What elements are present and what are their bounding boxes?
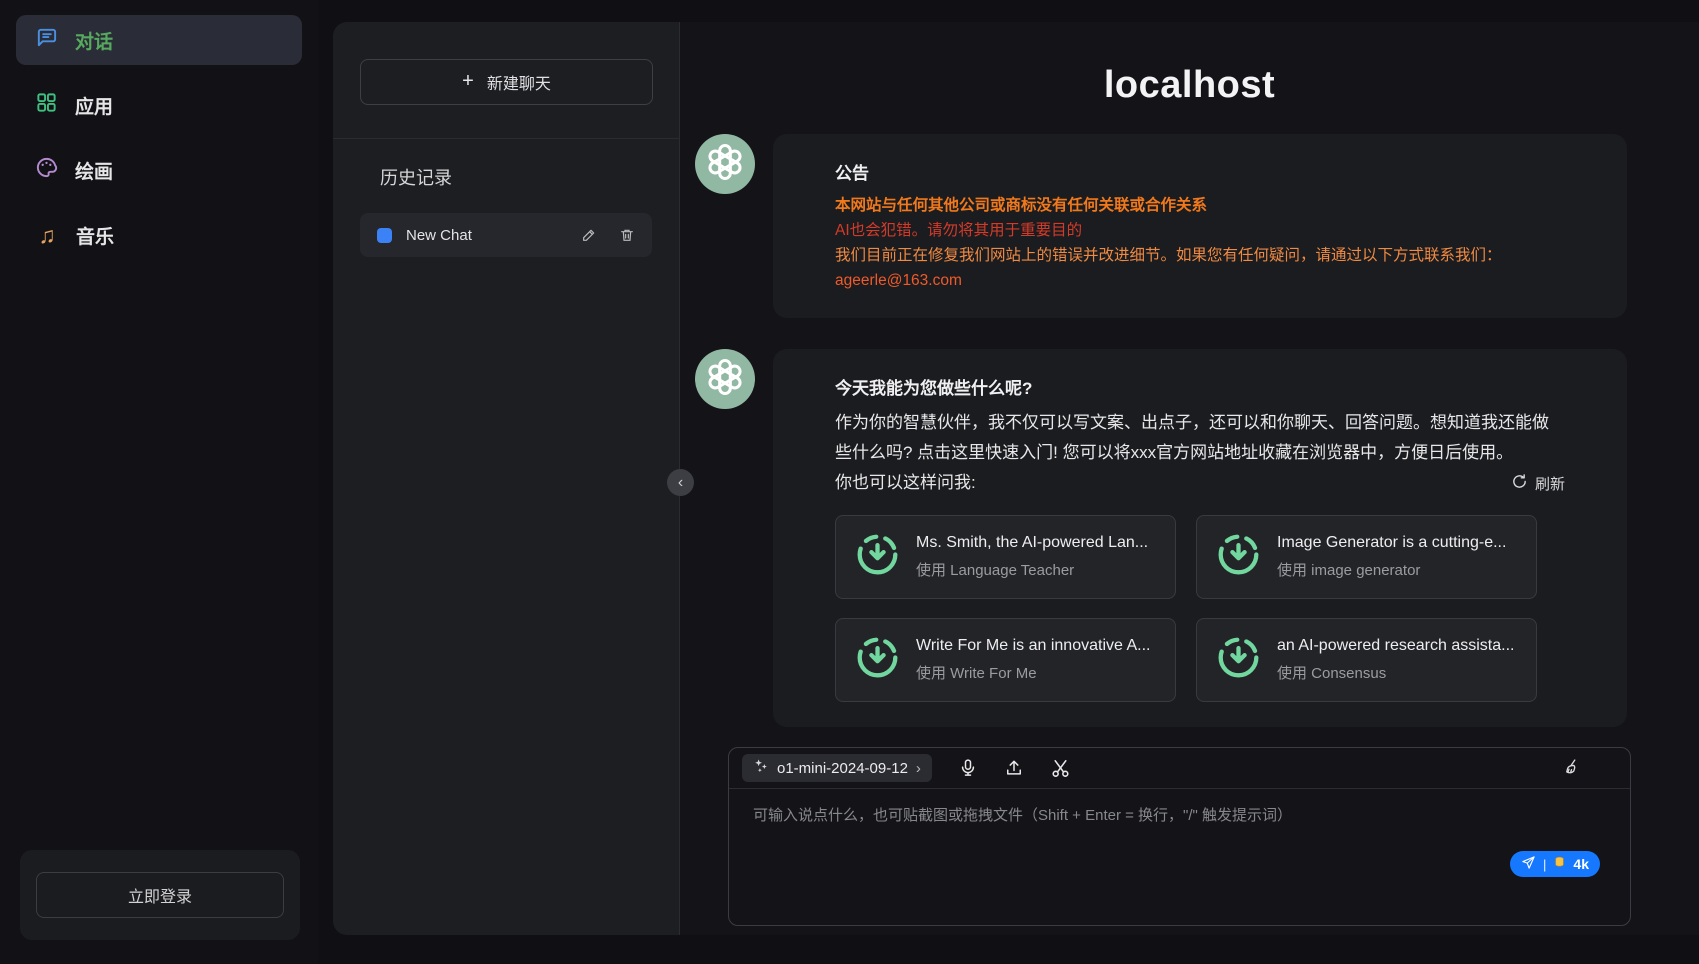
microphone-icon[interactable]	[958, 758, 978, 778]
music-note-icon: ♫	[35, 224, 59, 247]
suggestion-grid: Ms. Smith, the AI-powered Lan... 使用 Lang…	[835, 515, 1565, 702]
list-divider	[333, 138, 679, 139]
refresh-icon	[1511, 473, 1528, 494]
broom-clear-icon[interactable]	[1561, 758, 1581, 778]
app-root: { "app": { "title": "localhost" }, "side…	[0, 0, 1699, 964]
edit-pencil-icon[interactable]	[581, 227, 597, 243]
contact-email-link[interactable]: ageerle@163.com	[835, 268, 1565, 293]
chat-bubble-icon	[35, 26, 58, 54]
new-chat-button[interactable]: + 新建聊天	[360, 59, 653, 105]
suggestion-card[interactable]: an AI-powered research assista... 使用 Con…	[1196, 618, 1537, 702]
announcement-bubble: 公告 本网站与任何其他公司或商标没有任何关联或合作关系 AI也会犯错。请勿将其用…	[773, 134, 1627, 318]
announcement-line-1: 本网站与任何其他公司或商标没有任何关联或合作关系	[835, 193, 1565, 218]
sidebar-item-label: 应用	[75, 92, 113, 119]
download-circle-icon	[855, 635, 900, 685]
sidebar-item-apps[interactable]: 应用	[16, 80, 302, 130]
suggestion-card[interactable]: Image Generator is a cutting-e... 使用 ima…	[1196, 515, 1537, 599]
download-circle-icon	[1216, 635, 1261, 685]
welcome-hint: 你也可以这样问我:	[835, 468, 976, 498]
chevron-right-icon: ›	[916, 760, 921, 777]
history-title: 历史记录	[380, 164, 679, 190]
suggestion-card[interactable]: Write For Me is an innovative A... 使用 Wr…	[835, 618, 1176, 702]
suggestion-title: an AI-powered research assista...	[1277, 637, 1514, 655]
login-button[interactable]: 立即登录	[36, 872, 284, 918]
sidebar-item-chat[interactable]: 对话	[16, 15, 302, 65]
trash-icon[interactable]	[619, 227, 635, 243]
sidebar-item-drawing[interactable]: 绘画	[16, 145, 302, 195]
announcement-message: 公告 本网站与任何其他公司或商标没有任何关联或合作关系 AI也会犯错。请勿将其用…	[680, 134, 1699, 318]
chat-content: localhost 公告 本网站与任何其他公司或商标没有任何关联或合作关系 AI…	[680, 22, 1699, 935]
assistant-avatar	[695, 349, 755, 409]
sidebar-item-label: 绘画	[75, 157, 113, 184]
message-input[interactable]	[729, 789, 1630, 924]
chat-list-panel: + 新建聊天 历史记录 New Chat	[333, 22, 680, 935]
page-title: localhost	[680, 64, 1699, 107]
suggestion-subtitle: 使用 Consensus	[1277, 662, 1514, 683]
chevron-left-icon: ‹	[678, 474, 683, 492]
new-chat-label: 新建聊天	[487, 70, 551, 94]
plus-icon: +	[462, 70, 474, 93]
history-item[interactable]: New Chat	[360, 213, 652, 257]
send-plane-icon	[1521, 855, 1536, 873]
openai-logo-icon	[706, 143, 744, 186]
openai-logo-icon	[706, 358, 744, 401]
token-badge[interactable]: | 4k	[1510, 851, 1600, 877]
hint-row: 你也可以这样问我: 刷新	[835, 468, 1565, 498]
scissors-icon[interactable]	[1050, 758, 1071, 779]
palette-icon	[35, 156, 58, 184]
suggestion-title: Write For Me is an innovative A...	[916, 637, 1150, 655]
collapse-panel-button[interactable]: ‹	[667, 469, 694, 496]
sidebar-item-music[interactable]: ♫ 音乐	[16, 210, 302, 260]
sidebar: 对话 应用 绘画 ♫ 音乐 立即登录	[0, 0, 318, 964]
download-circle-icon	[1216, 532, 1261, 582]
sidebar-item-label: 音乐	[76, 222, 114, 249]
announcement-line-2: AI也会犯错。请勿将其用于重要目的	[835, 218, 1565, 243]
download-circle-icon	[855, 532, 900, 582]
chat-marker-icon	[377, 228, 392, 243]
pill-divider: |	[1543, 857, 1546, 872]
token-count: 4k	[1573, 856, 1589, 872]
model-name: o1-mini-2024-09-12	[777, 760, 908, 777]
suggestion-subtitle: 使用 image generator	[1277, 559, 1506, 580]
announcement-title: 公告	[835, 159, 1565, 184]
model-selector[interactable]: o1-mini-2024-09-12 ›	[742, 754, 932, 782]
announcement-line-3: 我们目前正在修复我们网站上的错误并改进细节。如果您有任何疑问，请通过以下方式联系…	[835, 243, 1565, 268]
main-card: + 新建聊天 历史记录 New Chat ‹ localhost	[333, 22, 1699, 935]
suggestion-title: Image Generator is a cutting-e...	[1277, 534, 1506, 552]
sidebar-nav: 对话 应用 绘画 ♫ 音乐	[0, 0, 318, 260]
sparkle-icon	[753, 758, 769, 778]
sidebar-item-label: 对话	[75, 27, 113, 54]
refresh-button[interactable]: 刷新	[1511, 473, 1565, 494]
refresh-label: 刷新	[1535, 473, 1565, 494]
suggestion-card[interactable]: Ms. Smith, the AI-powered Lan... 使用 Lang…	[835, 515, 1176, 599]
suggestion-subtitle: 使用 Write For Me	[916, 662, 1150, 683]
welcome-title: 今天我能为您做些什么呢?	[835, 374, 1565, 399]
suggestion-title: Ms. Smith, the AI-powered Lan...	[916, 534, 1148, 552]
assistant-avatar	[695, 134, 755, 194]
composer-toolbar: o1-mini-2024-09-12 ›	[729, 748, 1630, 789]
upload-icon[interactable]	[1004, 758, 1024, 778]
coins-icon	[1553, 856, 1566, 872]
welcome-bubble: 今天我能为您做些什么呢? 作为你的智慧伙伴，我不仅可以写文案、出点子，还可以和你…	[773, 349, 1627, 727]
welcome-body: 作为你的智慧伙伴，我不仅可以写文案、出点子，还可以和你聊天、回答问题。想知道我还…	[835, 408, 1565, 468]
composer: o1-mini-2024-09-12 ›	[728, 747, 1631, 926]
history-item-title: New Chat	[406, 227, 559, 244]
welcome-message: 今天我能为您做些什么呢? 作为你的智慧伙伴，我不仅可以写文案、出点子，还可以和你…	[680, 349, 1699, 727]
login-panel: 立即登录	[20, 850, 300, 940]
suggestion-subtitle: 使用 Language Teacher	[916, 559, 1148, 580]
apps-grid-icon	[35, 91, 58, 119]
